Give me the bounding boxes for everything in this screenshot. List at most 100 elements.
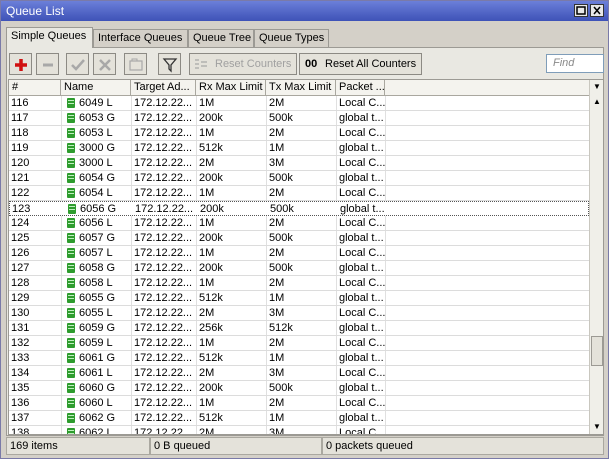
table-row[interactable]: 137 6062 G 172.12.22... 512k 1M global t...: [9, 411, 589, 426]
cell-name: 6060 L: [79, 397, 113, 409]
cell-packet: global t...: [339, 412, 384, 424]
table-row[interactable]: 124 6056 L 172.12.22... 1M 2M Local C...: [9, 216, 589, 231]
table-row[interactable]: 121 6054 G 172.12.22... 200k 500k global t...: [9, 171, 589, 186]
close-icon: [593, 6, 601, 15]
cell-num: 127: [11, 262, 30, 274]
table-row[interactable]: 117 6053 G 172.12.22... 200k 500k global t...: [9, 111, 589, 126]
queue-icon: [67, 233, 75, 243]
queue-icon: [67, 428, 75, 434]
remove-button[interactable]: [36, 53, 59, 75]
cell-rx: 200k: [199, 172, 223, 184]
cell-target: 172.12.22...: [134, 352, 193, 364]
cell-rx: 512k: [199, 412, 223, 424]
queue-icon: [67, 158, 75, 168]
column-header-name[interactable]: Name: [61, 80, 131, 95]
table-row[interactable]: 135 6060 G 172.12.22... 200k 500k global t...: [9, 381, 589, 396]
scroll-down-icon[interactable]: ▼: [591, 80, 603, 93]
enable-button[interactable]: [66, 53, 89, 75]
cell-tx: 500k: [270, 203, 294, 215]
comment-button[interactable]: [124, 53, 147, 75]
table-row[interactable]: 118 6053 L 172.12.22... 1M 2M Local C...: [9, 126, 589, 141]
tab-simple-queues[interactable]: Simple Queues: [6, 27, 93, 48]
disable-button[interactable]: [93, 53, 116, 75]
tab-queue-tree[interactable]: Queue Tree: [188, 29, 254, 47]
cell-tx: 3M: [269, 307, 285, 319]
table-row[interactable]: 120 3000 L 172.12.22... 2M 3M Local C...: [9, 156, 589, 171]
cell-rx: 200k: [200, 203, 224, 215]
cell-packet: Local C...: [339, 337, 385, 349]
table-row[interactable]: 128 6058 L 172.12.22... 1M 2M Local C...: [9, 276, 589, 291]
table-row[interactable]: 123 6056 G 172.12.22... 200k 500k global t...: [9, 201, 589, 216]
queue-icon: [67, 128, 75, 138]
table-row[interactable]: 133 6061 G 172.12.22... 512k 1M global t...: [9, 351, 589, 366]
cell-target: 172.12.22...: [134, 97, 193, 109]
scrollbar-thumb[interactable]: [591, 336, 603, 366]
cell-packet: global t...: [339, 292, 384, 304]
cell-tx: 2M: [269, 217, 285, 229]
table-row[interactable]: 134 6061 L 172.12.22... 2M 3M Local C...: [9, 366, 589, 381]
cell-target: 172.12.22...: [135, 203, 194, 215]
table-row[interactable]: 119 3000 G 172.12.22... 512k 1M global t...: [9, 141, 589, 156]
column-header-tx-max-limit[interactable]: Tx Max Limit: [266, 80, 336, 95]
cell-target: 172.12.22...: [134, 292, 193, 304]
queue-icon: [67, 263, 75, 273]
table-row[interactable]: 138 6062 L 172.12.22... 2M 3M Local C...: [9, 426, 589, 434]
scroll-down-bottom-icon[interactable]: ▼: [591, 420, 603, 433]
table-row[interactable]: 132 6059 L 172.12.22... 1M 2M Local C...: [9, 336, 589, 351]
filter-button[interactable]: [158, 53, 181, 75]
find-input[interactable]: Find: [546, 54, 604, 73]
cell-target: 172.12.22...: [134, 127, 193, 139]
cell-name: 6049 L: [79, 97, 113, 109]
cell-packet: Local C...: [339, 397, 385, 409]
scroll-up-icon[interactable]: ▲: [591, 95, 603, 108]
table-row[interactable]: 130 6055 L 172.12.22... 2M 3M Local C...: [9, 306, 589, 321]
cell-name: 6055 L: [79, 307, 113, 319]
close-button[interactable]: [590, 4, 604, 17]
column-header-target[interactable]: Target Ad...: [131, 80, 196, 95]
cell-rx: 1M: [199, 247, 215, 259]
cell-name: 6053 L: [79, 127, 113, 139]
title-bar[interactable]: Queue List: [1, 1, 608, 21]
cell-packet: global t...: [339, 172, 384, 184]
column-header-rx-max-limit[interactable]: Rx Max Limit: [196, 80, 266, 95]
cell-target: 172.12.22...: [134, 157, 193, 169]
cell-rx: 1M: [199, 97, 215, 109]
cell-packet: global t...: [339, 142, 384, 154]
table-row[interactable]: 131 6059 G 172.12.22... 256k 512k global t...: [9, 321, 589, 336]
column-header-number[interactable]: #: [9, 80, 61, 95]
table-row[interactable]: 129 6055 G 172.12.22... 512k 1M global t...: [9, 291, 589, 306]
cell-num: 131: [11, 322, 30, 334]
cell-target: 172.12.22...: [134, 277, 193, 289]
table-row[interactable]: 136 6060 L 172.12.22... 1M 2M Local C...: [9, 396, 589, 411]
cell-target: 172.12.22...: [134, 397, 193, 409]
add-button[interactable]: [9, 53, 32, 75]
tab-interface-queues[interactable]: Interface Queues: [93, 29, 188, 47]
tab-queue-types[interactable]: Queue Types: [254, 29, 329, 47]
column-header-packet-marks[interactable]: Packet ...: [336, 80, 385, 95]
cell-rx: 1M: [199, 127, 215, 139]
cell-target: 172.12.22...: [134, 382, 193, 394]
queue-icon: [67, 248, 75, 258]
queue-list-window: Queue List Simple Queues Interface Queue…: [0, 0, 609, 459]
reset-counters-icon: [195, 59, 207, 69]
cell-num: 118: [11, 127, 29, 139]
cell-name: 6057 G: [79, 232, 116, 244]
cell-rx: 200k: [199, 232, 223, 244]
table-row[interactable]: 127 6058 G 172.12.22... 200k 500k global t...: [9, 261, 589, 276]
table-row[interactable]: 126 6057 L 172.12.22... 1M 2M Local C...: [9, 246, 589, 261]
table-row[interactable]: 122 6054 L 172.12.22... 1M 2M Local C...: [9, 186, 589, 201]
cell-packet: Local C...: [339, 367, 385, 379]
cell-target: 172.12.22...: [134, 172, 193, 184]
table-row[interactable]: 125 6057 G 172.12.22... 200k 500k global t...: [9, 231, 589, 246]
cell-target: 172.12.22...: [134, 337, 193, 349]
table-row[interactable]: 116 6049 L 172.12.22... 1M 2M Local C...: [9, 96, 589, 111]
reset-counters-label: Reset Counters: [215, 58, 292, 70]
cell-num: 119: [11, 142, 29, 154]
reset-all-counters-button[interactable]: 00 Reset All Counters: [299, 53, 422, 75]
vertical-scrollbar[interactable]: ▼ ▲ ▼: [589, 80, 603, 434]
cell-tx: 1M: [269, 352, 285, 364]
maximize-icon: [576, 6, 586, 15]
status-queued-packets: 0 packets queued: [322, 437, 604, 455]
reset-counters-button[interactable]: Reset Counters: [189, 53, 297, 75]
maximize-button[interactable]: [574, 4, 588, 17]
